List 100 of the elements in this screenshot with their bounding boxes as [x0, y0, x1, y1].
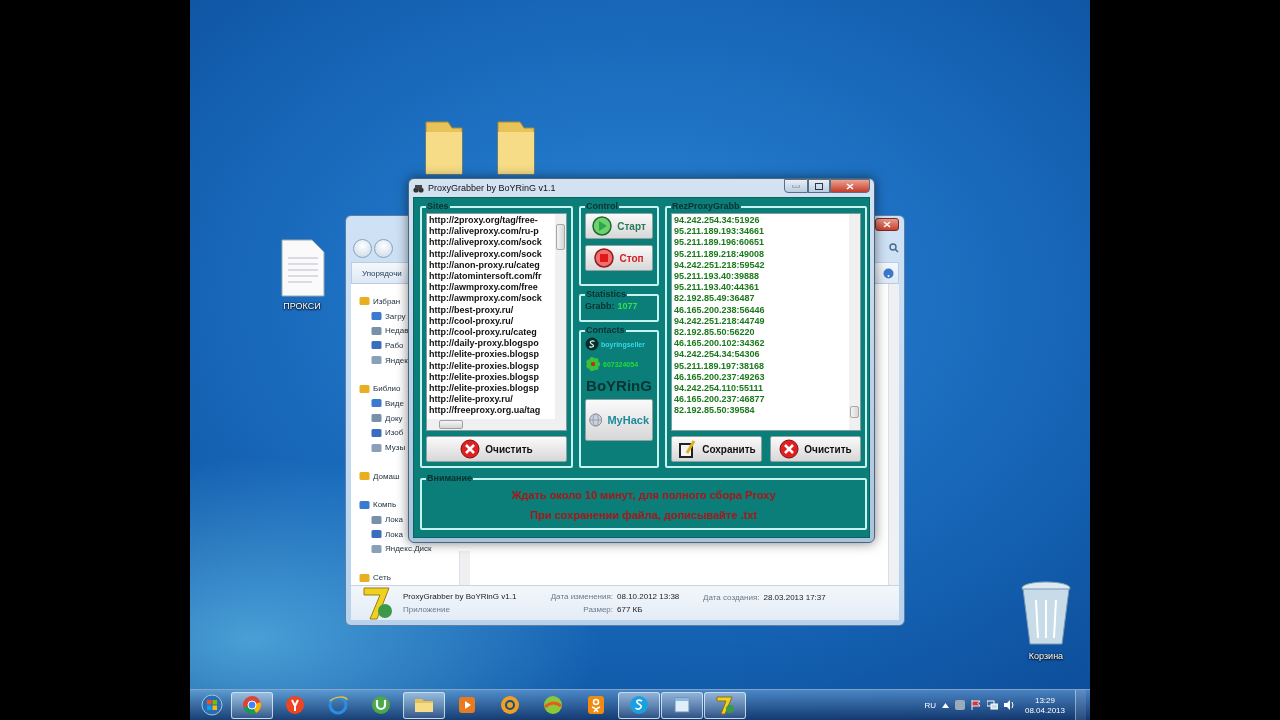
site-url[interactable]: http://cool-proxy.ru/categ	[429, 327, 553, 339]
site-url[interactable]: http://aliveproxy.com/sock	[429, 237, 553, 249]
speaker-icon[interactable]	[1003, 700, 1015, 710]
proxy-address[interactable]: 46.165.200.237:49263	[674, 371, 847, 384]
chevron-up-icon[interactable]	[941, 702, 949, 708]
file-type: Приложение	[403, 605, 451, 614]
site-url[interactable]: http://freeproxy.org.ua/tag	[429, 405, 553, 417]
taskbar-button[interactable]	[704, 691, 746, 719]
site-url[interactable]: http://awmproxy.com/sock	[429, 293, 553, 305]
proxy-address[interactable]: 94.242.251.218:59542	[674, 259, 847, 271]
site-url[interactable]: http://elite-proxies.blogsp	[429, 360, 553, 372]
taskbar-button[interactable]	[618, 691, 660, 719]
browser-icon	[327, 694, 349, 716]
clear-button[interactable]: Очистить	[426, 436, 567, 462]
nav-item[interactable]: Загру	[385, 311, 406, 321]
nav-item[interactable]: Компь	[373, 500, 397, 510]
taskbar-button[interactable]	[661, 691, 703, 719]
detail-label: Дата создания:	[703, 593, 760, 602]
vertical-scrollbar[interactable]	[555, 214, 566, 419]
site-url[interactable]: http://aliveproxy.com/ru-p	[429, 226, 553, 238]
nav-item-icon	[359, 383, 370, 394]
taskbar-button[interactable]	[403, 691, 445, 719]
network-icon[interactable]	[986, 700, 998, 710]
scrollbar-thumb[interactable]	[439, 420, 463, 429]
site-url[interactable]: http://2proxy.org/tag/free-	[429, 215, 553, 227]
start-button[interactable]: Старт	[585, 213, 653, 239]
folder-icon[interactable]	[422, 118, 466, 176]
sites-list[interactable]	[426, 213, 567, 431]
proxy-address[interactable]: 95.211.189.218:49008	[674, 248, 847, 260]
vertical-scrollbar[interactable]	[459, 551, 470, 585]
proxy-address[interactable]: 95.211.189.197:38168	[674, 360, 847, 372]
vertical-scrollbar[interactable]	[849, 214, 860, 430]
maximize-button[interactable]	[808, 179, 830, 193]
search-icon[interactable]	[889, 243, 899, 253]
site-url[interactable]: http://atomintersoft.com/fr	[429, 271, 553, 283]
minimize-icon	[792, 184, 800, 188]
proxy-address[interactable]: 46.165.200.102:34362	[674, 338, 847, 350]
site-url[interactable]: http://elite-proxies.blogsp	[429, 371, 553, 384]
site-url[interactable]: http://awmproxy.com/free	[429, 282, 553, 294]
site-url[interactable]: http://best-proxy.ru/	[429, 304, 553, 316]
nav-item[interactable]: Избран	[373, 296, 401, 306]
proxy-address[interactable]: 95.211.189.196:60651	[674, 237, 847, 249]
document-icon[interactable]	[278, 238, 326, 298]
nav-item[interactable]: Библио	[373, 384, 401, 394]
folder-icon[interactable]	[494, 118, 538, 176]
site-url[interactable]: http://elite-proxies.blogsp	[429, 349, 553, 361]
clear-button[interactable]: Очистить	[770, 436, 861, 462]
site-url[interactable]: http://daily-proxy.blogspo	[429, 338, 553, 350]
nav-item[interactable]: Доку	[385, 413, 403, 423]
proxy-address[interactable]: 46.165.200.238:56446	[674, 304, 847, 316]
nav-item[interactable]: Домаш	[373, 471, 400, 481]
results-list[interactable]	[671, 213, 861, 431]
clock-time[interactable]: 13:29	[1034, 695, 1055, 705]
scrollbar-thumb[interactable]	[556, 224, 565, 250]
site-url[interactable]: http://cool-proxy.ru/	[429, 315, 553, 328]
nav-item[interactable]: Яндекс.Диск	[385, 544, 432, 554]
proxy-address[interactable]: 95.211.189.193:34661	[674, 226, 847, 238]
minimize-button[interactable]	[784, 179, 808, 193]
scrollbar-thumb[interactable]	[850, 406, 859, 418]
site-url[interactable]: http://anon-proxy.ru/categ	[429, 259, 553, 271]
nav-item-icon	[371, 325, 382, 336]
chat-logo-icon	[585, 337, 599, 351]
proxy-address[interactable]: 82.192.85.50:56220	[674, 327, 847, 339]
browser-icon	[241, 694, 263, 716]
proxy-address[interactable]: 95.211.193.40:44361	[674, 282, 847, 294]
close-button[interactable]	[875, 218, 899, 231]
flag-icon[interactable]	[970, 700, 981, 710]
proxy-address[interactable]: 94.242.254.34:51926	[674, 215, 847, 227]
nav-item[interactable]: Яндек	[385, 355, 408, 365]
proxy-address[interactable]: 82.192.85.50:39584	[674, 405, 847, 417]
taskbar-button[interactable]	[231, 691, 273, 719]
clock-date[interactable]: 08.04.2013	[1024, 705, 1065, 715]
nav-item[interactable]: Рабо	[385, 340, 404, 350]
proxy-address[interactable]: 46.165.200.237:46877	[674, 394, 847, 406]
stop-button[interactable]: Стоп	[585, 245, 653, 271]
organize-menu[interactable]: Упорядочи	[362, 268, 402, 278]
flower-icon	[585, 356, 601, 372]
save-button[interactable]: Сохранить	[671, 436, 762, 462]
language-indicator[interactable]: RU	[924, 700, 936, 710]
nav-item[interactable]: Музы	[385, 443, 406, 453]
nav-item[interactable]: Изоб	[385, 428, 404, 438]
proxy-address[interactable]: 95.211.193.40:39888	[674, 271, 847, 283]
nav-item[interactable]: Лока	[385, 515, 403, 525]
vertical-scrollbar[interactable]	[888, 284, 899, 585]
tray-app-icon[interactable]	[954, 700, 965, 710]
stat-label: Grabb:	[585, 301, 615, 311]
proxy-address[interactable]: 82.192.85.49:36487	[674, 293, 847, 305]
nav-item[interactable]: Виде	[385, 398, 404, 408]
show-desktop-button[interactable]	[1075, 690, 1086, 720]
nav-item[interactable]: Сеть	[373, 573, 391, 583]
site-url[interactable]: http://elite-proxies.blogsp	[429, 383, 553, 395]
help-icon[interactable]	[883, 267, 894, 279]
proxy-address[interactable]: 94.242.254.110:55111	[674, 383, 847, 395]
horizontal-scrollbar[interactable]	[427, 419, 566, 430]
site-url[interactable]: http://elite-proxy.ru/	[429, 394, 553, 406]
nav-item[interactable]: Недав	[385, 326, 409, 336]
nav-item[interactable]: Лока	[385, 529, 403, 539]
site-url[interactable]: http://aliveproxy.com/sock	[429, 248, 553, 260]
proxy-address[interactable]: 94.242.254.34:54306	[674, 349, 847, 361]
proxy-address[interactable]: 94.242.251.218:44749	[674, 315, 847, 328]
